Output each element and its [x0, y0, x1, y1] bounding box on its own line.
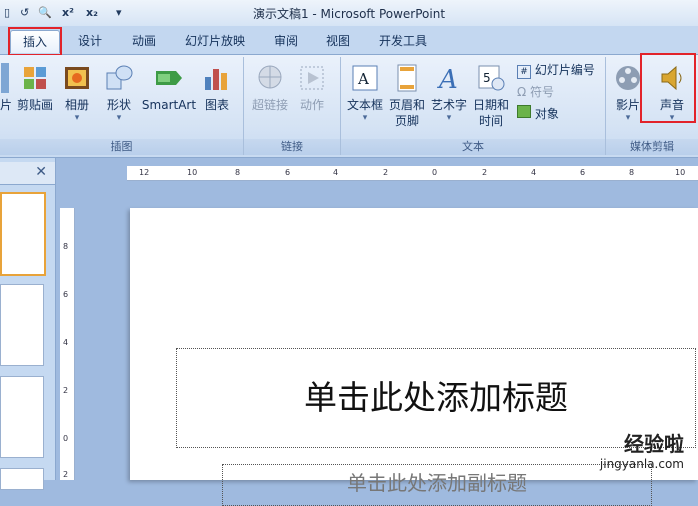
clipart-icon — [20, 63, 50, 93]
action-icon — [297, 63, 327, 93]
group-text: A 文本框 ▾ 页眉和 页脚 A 艺术字 ▾ 5 日期和 时间 # 幻灯片编号 … — [341, 57, 606, 155]
shapes-dropdown-icon: ▾ — [116, 113, 122, 123]
header-footer-button[interactable]: 页眉和 页脚 — [387, 63, 427, 129]
svg-text:A: A — [357, 70, 369, 88]
calendar-clock-icon: 5 — [476, 63, 506, 93]
wordart-button[interactable]: A 艺术字 ▾ — [429, 63, 469, 123]
group-label-media: 媒体剪辑 — [606, 139, 698, 155]
slide-thumbnail[interactable] — [0, 468, 44, 490]
wordart-icon: A — [434, 63, 464, 95]
album-button[interactable]: 相册 ▾ — [60, 63, 94, 123]
hyperlink-button[interactable]: 超链接 — [250, 63, 290, 113]
watermark-url: jingyanla.com — [599, 457, 684, 471]
textbox-button[interactable]: A 文本框 ▾ — [345, 63, 385, 123]
svg-text:A: A — [437, 65, 458, 93]
sound-button-highlight — [640, 53, 696, 123]
tab-design[interactable]: 设计 — [70, 30, 110, 52]
slide-thumbnail[interactable] — [0, 376, 44, 458]
slide-thumbnail[interactable] — [0, 192, 46, 276]
smartart-button[interactable]: SmartArt — [141, 63, 197, 113]
group-label-links: 链接 — [244, 139, 340, 155]
smartart-icon — [154, 63, 184, 93]
picture-icon — [1, 63, 9, 93]
datetime-button[interactable]: 5 日期和 时间 — [471, 63, 511, 129]
insert-tab-highlight — [8, 27, 62, 56]
ribbon-tabs: 插入 设计 动画 幻灯片放映 审阅 视图 开发工具 — [0, 26, 698, 55]
object-button[interactable]: 对象 — [517, 105, 559, 123]
chart-icon — [202, 63, 232, 93]
title-placeholder-text: 单击此处添加标题 — [304, 378, 568, 417]
hyperlink-globe-icon — [255, 63, 285, 93]
slide-thumbnail[interactable] — [0, 284, 44, 366]
textbox-icon: A — [350, 63, 380, 93]
watermark-brand: 经验啦 — [624, 432, 684, 456]
omega-icon: Ω — [517, 85, 527, 99]
slide-number-button[interactable]: # 幻灯片编号 — [517, 61, 595, 79]
textbox-dropdown-icon: ▾ — [362, 113, 368, 123]
chart-button[interactable]: 图表 — [200, 63, 234, 113]
shapes-button[interactable]: 形状 ▾ — [102, 63, 136, 123]
group-illustrations: 片 剪贴画 相册 ▾ 形状 ▾ SmartArt 图表 插图 — [0, 57, 244, 155]
group-label-text: 文本 — [341, 139, 605, 155]
symbol-button[interactable]: Ω 符号 — [517, 83, 554, 101]
album-dropdown-icon: ▾ — [74, 113, 80, 123]
tab-developer[interactable]: 开发工具 — [370, 30, 436, 52]
album-icon — [62, 63, 92, 93]
close-icon[interactable]: ✕ — [35, 164, 47, 180]
title-bar: ▯ ↺ 🔍 x² x₂ ▾ 演示文稿1 - Microsoft PowerPoi… — [0, 0, 698, 26]
slides-panel: ✕ — [0, 158, 56, 490]
vertical-ruler: 8 6 4 2 0 2 — [60, 208, 75, 480]
subtitle-placeholder-text: 单击此处添加副标题 — [347, 471, 527, 495]
horizontal-ruler: 12 10 8 6 4 2 0 2 4 6 8 10 — [127, 166, 698, 181]
tab-view[interactable]: 视图 — [318, 30, 358, 52]
svg-text:5: 5 — [483, 71, 491, 85]
group-label-illustrations: 插图 — [0, 139, 243, 155]
film-reel-icon — [613, 63, 643, 93]
group-links: 超链接 动作 链接 — [244, 57, 341, 155]
picture-button[interactable]: 片 — [0, 63, 12, 113]
clipart-button[interactable]: 剪贴画 — [14, 63, 56, 113]
window-title: 演示文稿1 - Microsoft PowerPoint — [252, 7, 446, 21]
wordart-dropdown-icon: ▾ — [446, 113, 452, 123]
tab-animation[interactable]: 动画 — [122, 30, 166, 52]
panel-tabs: ✕ — [0, 162, 55, 185]
watermark: 经验啦 jingyanla.com — [534, 428, 684, 471]
slide-number-icon: # — [517, 65, 531, 79]
tab-slideshow[interactable]: 幻灯片放映 — [178, 30, 252, 52]
header-footer-icon — [392, 63, 422, 93]
shapes-icon — [104, 63, 134, 93]
object-icon — [517, 105, 531, 118]
tab-review[interactable]: 审阅 — [266, 30, 306, 52]
ribbon: 片 剪贴画 相册 ▾ 形状 ▾ SmartArt 图表 插图 超链接 动作 链接… — [0, 55, 698, 158]
action-button[interactable]: 动作 — [294, 63, 330, 113]
